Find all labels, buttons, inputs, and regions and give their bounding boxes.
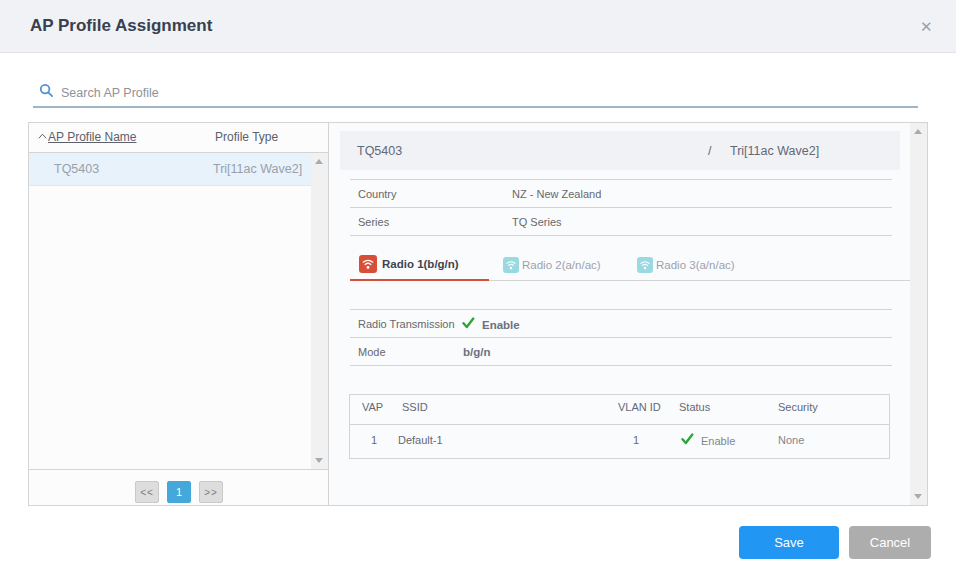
dialog-title: AP Profile Assignment [30, 16, 212, 36]
field-row-country: Country NZ - New Zealand [350, 180, 892, 208]
detail-profile-type: Tri[11ac Wave2] [730, 144, 819, 158]
wifi-icon-teal-2 [503, 257, 519, 273]
dialog-header: AP Profile Assignment ✕ [0, 0, 956, 53]
profile-list-scrollbar[interactable] [311, 153, 328, 469]
search-input[interactable] [61, 82, 881, 104]
profile-list-header: AP Profile Name Profile Type [29, 123, 328, 153]
detail-profile-name: TQ5403 [357, 144, 402, 158]
tab-radio-1[interactable]: Radio 1(b/g/n) [350, 248, 489, 281]
radio-transmission-value: Enable [462, 317, 520, 331]
status-check-icon [681, 433, 694, 445]
wifi-icon-teal-3 [637, 257, 653, 273]
country-value: NZ - New Zealand [512, 188, 601, 200]
radio-tabs: Radio 1(b/g/n) Radio 2(a/n/ac) Radio 3(a… [350, 248, 735, 281]
cancel-button[interactable]: Cancel [849, 526, 931, 559]
detail-scroll-down-icon[interactable] [914, 494, 922, 499]
mode-value: b/g/n [463, 346, 490, 358]
mode-label: Mode [358, 346, 386, 358]
vlan-cell: 1 [633, 434, 639, 446]
column-security: Security [778, 401, 818, 413]
pagination-prev-button[interactable]: << [135, 481, 159, 503]
series-label: Series [358, 216, 389, 228]
status-cell: Enable [681, 433, 735, 447]
profile-row-selected[interactable]: TQ5403 Tri[11ac Wave2] [29, 153, 311, 186]
scroll-down-icon[interactable] [315, 458, 323, 463]
pagination: << 1 >> [29, 469, 329, 505]
radio-transmission-row: Radio Transmission Enable [350, 310, 892, 338]
vap-table-header: VAP SSID VLAN ID Status Security [350, 395, 889, 425]
tab-radio-1-label: Radio 1(b/g/n) [382, 258, 459, 270]
radio-settings: Radio Transmission Enable Mode b/g/n [350, 309, 892, 366]
ssid-cell: Default-1 [398, 434, 443, 446]
vap-table: VAP SSID VLAN ID Status Security 1 Defau… [349, 394, 890, 459]
detail-scroll-up-icon[interactable] [914, 129, 922, 134]
column-vlan-id: VLAN ID [618, 401, 661, 413]
column-ssid: SSID [402, 401, 428, 413]
detail-header: TQ5403 / Tri[11ac Wave2] [340, 131, 900, 170]
save-button[interactable]: Save [739, 526, 839, 559]
vap-table-row[interactable]: 1 Default-1 1 Enable None [350, 425, 889, 458]
series-value: TQ Series [512, 216, 562, 228]
content-area: AP Profile Name Profile Type TQ5403 Tri[… [28, 122, 928, 506]
search-icon [39, 83, 54, 98]
sort-ascending-icon[interactable] [38, 133, 47, 139]
column-profile-type[interactable]: Profile Type [215, 130, 278, 144]
mode-row: Mode b/g/n [350, 338, 892, 366]
tab-radio-2-label: Radio 2(a/n/ac) [522, 259, 601, 271]
search-bar [33, 82, 918, 108]
scroll-up-icon[interactable] [315, 159, 323, 164]
vap-cell: 1 [371, 434, 377, 446]
detail-scrollbar[interactable] [910, 123, 927, 505]
detail-fields: Country NZ - New Zealand Series TQ Serie… [350, 179, 892, 236]
tab-radio-3-label: Radio 3(a/n/ac) [656, 259, 735, 271]
check-icon [462, 317, 475, 329]
country-label: Country [358, 188, 397, 200]
tab-radio-2[interactable]: Radio 2(a/n/ac) [489, 248, 623, 281]
column-ap-profile-name[interactable]: AP Profile Name [48, 130, 136, 144]
wifi-icon-red [359, 255, 377, 273]
detail-separator: / [708, 144, 711, 158]
pagination-next-button[interactable]: >> [199, 481, 223, 503]
close-icon[interactable]: ✕ [920, 19, 933, 34]
column-status: Status [679, 401, 710, 413]
security-cell: None [778, 434, 804, 446]
profile-row-type: Tri[11ac Wave2] [213, 162, 302, 176]
radio-transmission-label: Radio Transmission [358, 318, 455, 330]
profile-list-panel: AP Profile Name Profile Type TQ5403 Tri[… [29, 123, 329, 505]
field-row-series: Series TQ Series [350, 208, 892, 236]
profile-detail-panel: TQ5403 / Tri[11ac Wave2] Country NZ - Ne… [329, 123, 911, 505]
profile-row-name: TQ5403 [54, 162, 99, 176]
pagination-page-1-button[interactable]: 1 [167, 481, 191, 503]
tab-radio-3[interactable]: Radio 3(a/n/ac) [623, 248, 735, 281]
column-vap: VAP [362, 401, 383, 413]
